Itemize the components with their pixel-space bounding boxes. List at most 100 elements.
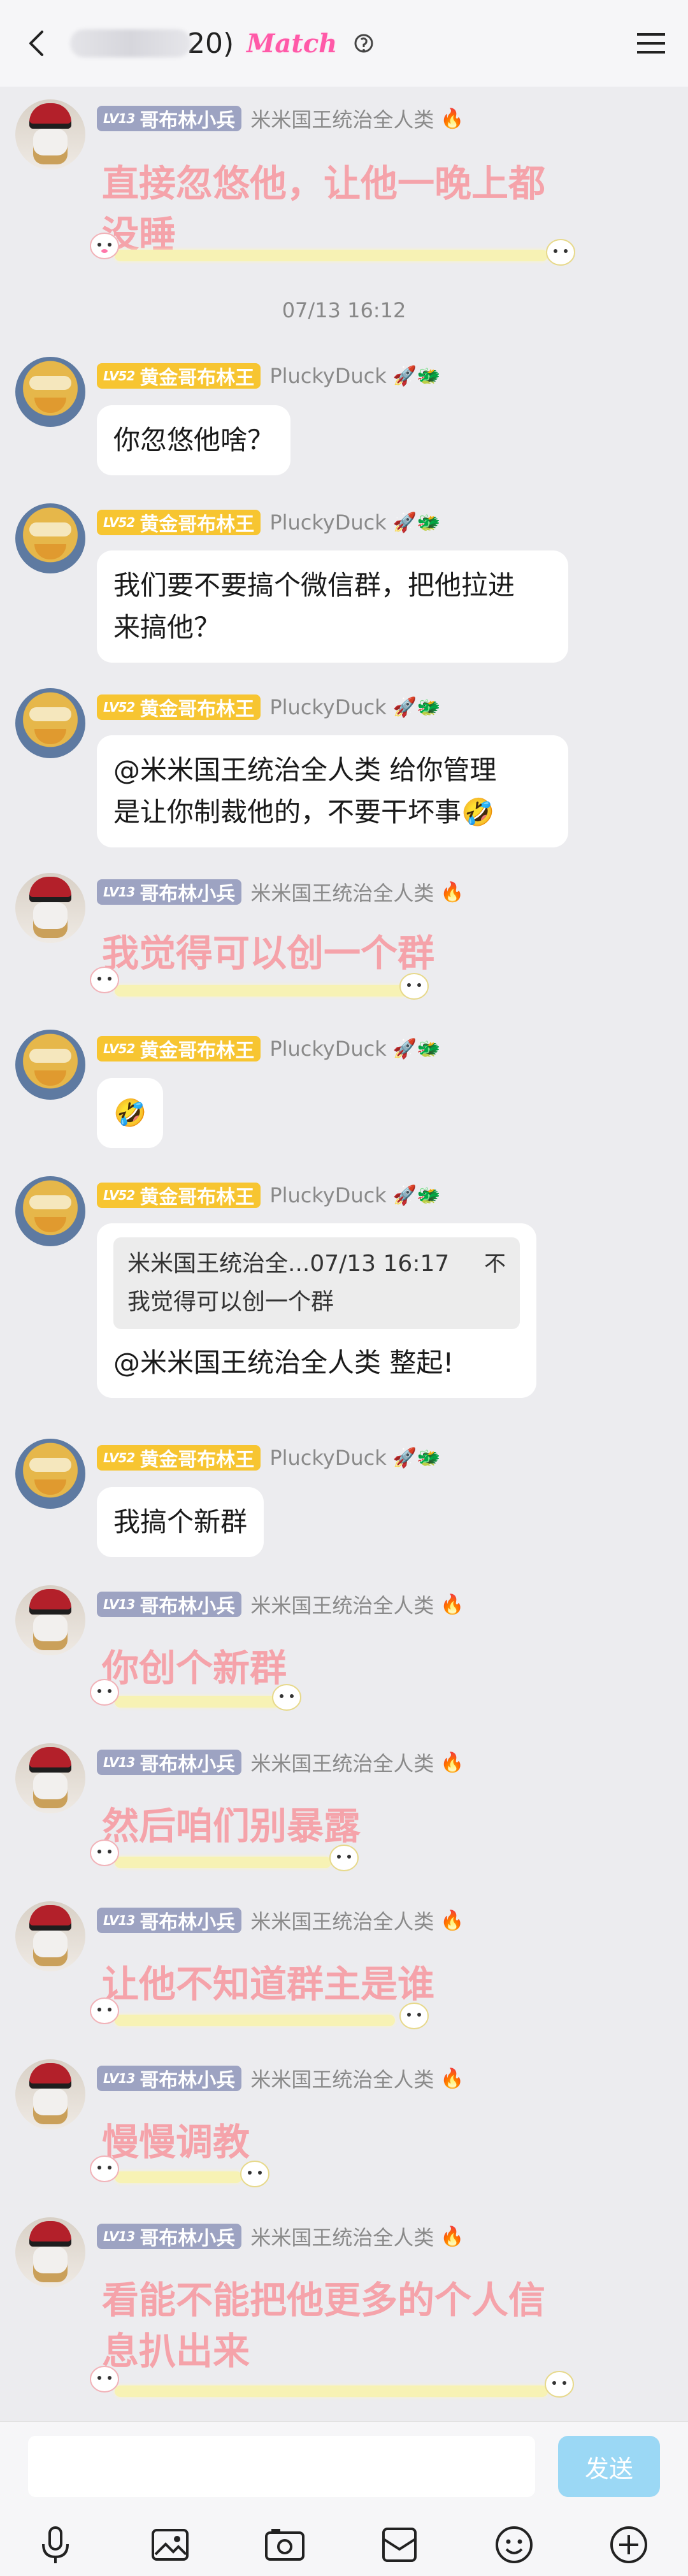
back-icon[interactable]: [23, 28, 54, 59]
chat-header: 20) Match: [0, 0, 688, 87]
avatar[interactable]: [15, 1439, 85, 1509]
nickname[interactable]: PluckyDuck: [269, 695, 386, 719]
sender-meta: LV13 哥布林小兵 米米国王统治全人类 🔥: [97, 877, 464, 907]
chat-message: LV52 黄金哥布林王 PluckyDuck 🚀🐲 @米米国王统治全人类 给你管理…: [0, 688, 688, 854]
danmu-bar: [115, 1696, 280, 1708]
nickname[interactable]: 米米国王统治全人类: [250, 104, 434, 133]
match-badge[interactable]: Match: [247, 29, 337, 59]
message-bubble[interactable]: 米米国王统治全...07/13 16:17 我觉得可以创一个群 不 @米米国王统…: [97, 1223, 536, 1398]
avatar[interactable]: [15, 688, 85, 758]
mascot-icon: [85, 2356, 124, 2396]
mascot-icon: [268, 1674, 306, 1714]
danmu-bar: [115, 2171, 242, 2183]
chat-message: LV13 哥布林小兵 米米国王统治全人类 🔥 然后咱们别暴露: [0, 1743, 688, 1883]
image-icon[interactable]: [148, 2522, 192, 2567]
lock-icon[interactable]: [351, 31, 376, 56]
danmu-bar: [115, 1857, 331, 1868]
nickname[interactable]: 米米国王统治全人类: [250, 1748, 434, 1777]
avatar[interactable]: [15, 1030, 85, 1100]
danmu-bar: [115, 2385, 548, 2397]
medal-icon: 🔥: [440, 1593, 464, 1616]
medal-icon: 🚀🐲: [392, 364, 441, 387]
nickname[interactable]: 米米国王统治全人类: [250, 877, 434, 907]
message-input[interactable]: [28, 2436, 535, 2497]
mascot-icon: [395, 1993, 433, 2033]
medal-icon: 🔥: [440, 881, 464, 903]
medal-icon: 🔥: [440, 1751, 464, 1774]
toolbar: [0, 2517, 688, 2575]
level-badge: LV52 黄金哥布林王: [97, 1036, 261, 1062]
quote-close[interactable]: 不: [484, 1245, 506, 1283]
mascot-icon: [85, 223, 124, 263]
sender-meta: LV13 哥布林小兵 米米国王统治全人类 🔥: [97, 2063, 464, 2094]
avatar[interactable]: [15, 1585, 85, 1655]
mascot-icon: [540, 2361, 578, 2401]
avatar[interactable]: [15, 1176, 85, 1246]
plus-icon[interactable]: [606, 2522, 651, 2567]
level-badge: LV13 哥布林小兵: [97, 2066, 242, 2092]
camera-icon[interactable]: [262, 2522, 307, 2567]
sender-meta: LV13 哥布林小兵 米米国王统治全人类 🔥: [97, 1747, 464, 1778]
timestamp: 07/13 16:12: [282, 298, 406, 322]
mascot-icon: [85, 957, 124, 997]
mascot-icon: [85, 1669, 124, 1709]
nickname[interactable]: 米米国王统治全人类: [250, 2222, 434, 2251]
avatar[interactable]: [15, 1743, 85, 1813]
avatar[interactable]: [15, 357, 85, 427]
avatar[interactable]: [15, 2059, 85, 2129]
avatar[interactable]: [15, 503, 85, 573]
danmu-bar: [115, 2015, 395, 2026]
nickname[interactable]: PluckyDuck: [269, 1037, 386, 1061]
medal-icon: 🚀🐲: [392, 511, 441, 534]
chat-message: LV13 哥布林小兵 米米国王统治全人类 🔥 你创个新群: [0, 1585, 688, 1725]
medal-icon: 🚀🐲: [392, 1184, 441, 1207]
medal-icon: 🔥: [440, 2067, 464, 2090]
avatar[interactable]: [15, 1901, 85, 1971]
nickname[interactable]: 米米国王统治全人类: [250, 2064, 434, 2093]
chat-message: LV52 黄金哥布林王 PluckyDuck 🚀🐲 你忽悠他啥？: [0, 357, 688, 484]
gift-icon[interactable]: [377, 2522, 422, 2567]
medal-icon: 🔥: [440, 1909, 464, 1932]
nickname[interactable]: PluckyDuck: [269, 510, 386, 535]
message-bubble[interactable]: 你忽悠他啥？: [97, 405, 291, 475]
sender-meta: LV13 哥布林小兵 米米国王统治全人类 🔥: [97, 103, 464, 134]
nickname[interactable]: PluckyDuck: [269, 364, 386, 388]
message-line: 我们要不要搞个微信群，把他拉进: [113, 570, 515, 601]
nickname[interactable]: 米米国王统治全人类: [250, 1906, 434, 1935]
input-bar: 发送: [0, 2421, 688, 2576]
quoted-message[interactable]: 米米国王统治全...07/13 16:17 我觉得可以创一个群 不: [113, 1237, 520, 1329]
level-badge: LV13 哥布林小兵: [97, 2224, 242, 2250]
avatar[interactable]: [15, 99, 85, 169]
message-bubble[interactable]: 我们要不要搞个微信群，把他拉进 来搞他？: [97, 550, 568, 663]
message-line: 来搞他？: [113, 612, 221, 643]
send-button[interactable]: 发送: [558, 2436, 660, 2497]
emoji-icon[interactable]: [492, 2522, 536, 2567]
level-badge: LV13 哥布林小兵: [97, 1750, 242, 1776]
chat-message: LV52 黄金哥布林王 PluckyDuck 🚀🐲 米米国王统治全...07/13…: [0, 1176, 688, 1418]
medal-icon: 🚀🐲: [392, 696, 441, 719]
nickname[interactable]: PluckyDuck: [269, 1183, 386, 1207]
chat-message: LV13 哥布林小兵 米米国王统治全人类 🔥 直接忽悠他，让他一晚上都没睡: [0, 99, 688, 291]
mic-icon[interactable]: [33, 2522, 78, 2567]
danmu-bar: [115, 250, 548, 261]
danmu-text: 直接忽悠他，让他一晚上都没睡: [102, 162, 546, 256]
sender-meta: LV52 黄金哥布林王 PluckyDuck 🚀🐲: [97, 1180, 440, 1211]
medal-icon: 🔥: [440, 2225, 464, 2248]
sender-meta: LV13 哥布林小兵 米米国王统治全人类 🔥: [97, 1905, 464, 1936]
avatar[interactable]: [15, 2217, 85, 2287]
message-bubble[interactable]: 我搞个新群: [97, 1487, 264, 1557]
avatar[interactable]: [15, 873, 85, 943]
level-badge: LV52 黄金哥布林王: [97, 510, 261, 536]
level-badge: LV13 哥布林小兵: [97, 106, 242, 132]
message-bubble[interactable]: 🤣: [97, 1078, 164, 1148]
danmu-text: 看能不能把他更多的个人信息扒出来: [102, 2278, 546, 2373]
sender-meta: LV52 黄金哥布林王 PluckyDuck 🚀🐲: [97, 507, 440, 538]
menu-icon[interactable]: [634, 28, 668, 59]
nickname[interactable]: PluckyDuck: [269, 1446, 386, 1470]
nickname[interactable]: 米米国王统治全人类: [250, 1590, 434, 1619]
message-bubble[interactable]: @米米国王统治全人类 给你管理 是让你制裁他的，不要干坏事🤣: [97, 735, 568, 847]
medal-icon: 🚀🐲: [392, 1446, 441, 1469]
blurred-title: [70, 29, 191, 57]
mascot-icon: [236, 2151, 274, 2191]
message-line: @米米国王统治全人类 给你管理: [113, 754, 497, 786]
